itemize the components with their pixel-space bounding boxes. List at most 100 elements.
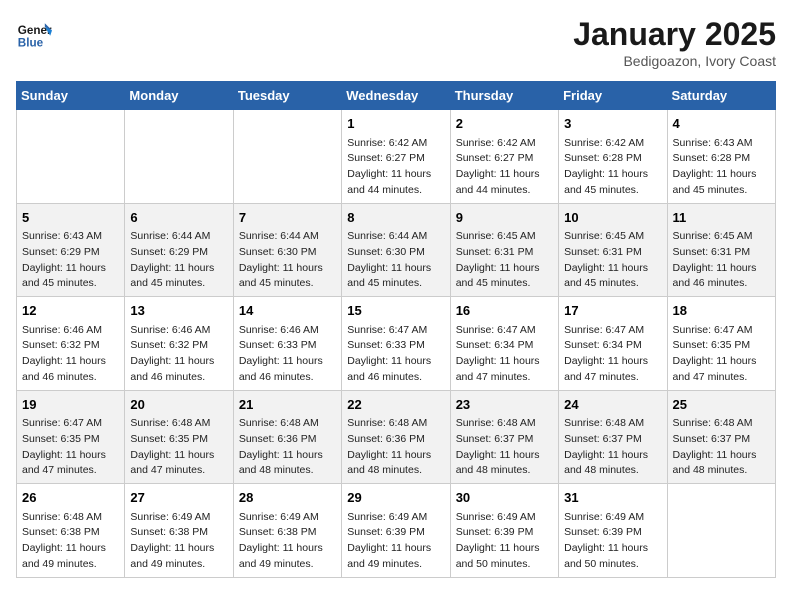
svg-text:Blue: Blue [18, 37, 44, 50]
calendar-cell: 16Sunrise: 6:47 AM Sunset: 6:34 PM Dayli… [450, 297, 558, 391]
day-number: 23 [456, 395, 553, 415]
calendar-cell: 30Sunrise: 6:49 AM Sunset: 6:39 PM Dayli… [450, 484, 558, 578]
day-info: Sunrise: 6:48 AM Sunset: 6:37 PM Dayligh… [673, 416, 770, 479]
calendar-cell: 14Sunrise: 6:46 AM Sunset: 6:33 PM Dayli… [233, 297, 341, 391]
day-number: 29 [347, 488, 444, 508]
logo: General Blue [16, 16, 52, 52]
calendar-cell: 3Sunrise: 6:42 AM Sunset: 6:28 PM Daylig… [559, 110, 667, 204]
calendar-cell: 13Sunrise: 6:46 AM Sunset: 6:32 PM Dayli… [125, 297, 233, 391]
day-info: Sunrise: 6:47 AM Sunset: 6:34 PM Dayligh… [456, 323, 553, 386]
day-info: Sunrise: 6:46 AM Sunset: 6:33 PM Dayligh… [239, 323, 336, 386]
calendar-cell: 8Sunrise: 6:44 AM Sunset: 6:30 PM Daylig… [342, 203, 450, 297]
header-day-tuesday: Tuesday [233, 82, 341, 110]
calendar-cell [667, 484, 775, 578]
day-info: Sunrise: 6:48 AM Sunset: 6:36 PM Dayligh… [239, 416, 336, 479]
calendar-cell: 17Sunrise: 6:47 AM Sunset: 6:34 PM Dayli… [559, 297, 667, 391]
day-number: 31 [564, 488, 661, 508]
day-number: 25 [673, 395, 770, 415]
calendar-cell: 25Sunrise: 6:48 AM Sunset: 6:37 PM Dayli… [667, 390, 775, 484]
day-number: 1 [347, 114, 444, 134]
day-info: Sunrise: 6:45 AM Sunset: 6:31 PM Dayligh… [673, 229, 770, 292]
week-row-2: 5Sunrise: 6:43 AM Sunset: 6:29 PM Daylig… [17, 203, 776, 297]
day-number: 13 [130, 301, 227, 321]
calendar-table: SundayMondayTuesdayWednesdayThursdayFrid… [16, 81, 776, 578]
day-info: Sunrise: 6:42 AM Sunset: 6:28 PM Dayligh… [564, 136, 661, 199]
day-number: 3 [564, 114, 661, 134]
header-day-monday: Monday [125, 82, 233, 110]
header-day-friday: Friday [559, 82, 667, 110]
day-info: Sunrise: 6:45 AM Sunset: 6:31 PM Dayligh… [456, 229, 553, 292]
calendar-cell: 29Sunrise: 6:49 AM Sunset: 6:39 PM Dayli… [342, 484, 450, 578]
day-info: Sunrise: 6:43 AM Sunset: 6:28 PM Dayligh… [673, 136, 770, 199]
day-number: 20 [130, 395, 227, 415]
calendar-cell: 31Sunrise: 6:49 AM Sunset: 6:39 PM Dayli… [559, 484, 667, 578]
header-day-sunday: Sunday [17, 82, 125, 110]
day-info: Sunrise: 6:47 AM Sunset: 6:35 PM Dayligh… [22, 416, 119, 479]
calendar-cell [17, 110, 125, 204]
header-day-thursday: Thursday [450, 82, 558, 110]
calendar-cell [233, 110, 341, 204]
calendar-cell: 1Sunrise: 6:42 AM Sunset: 6:27 PM Daylig… [342, 110, 450, 204]
day-info: Sunrise: 6:45 AM Sunset: 6:31 PM Dayligh… [564, 229, 661, 292]
day-info: Sunrise: 6:48 AM Sunset: 6:35 PM Dayligh… [130, 416, 227, 479]
day-number: 21 [239, 395, 336, 415]
day-number: 22 [347, 395, 444, 415]
day-info: Sunrise: 6:46 AM Sunset: 6:32 PM Dayligh… [22, 323, 119, 386]
header-row: SundayMondayTuesdayWednesdayThursdayFrid… [17, 82, 776, 110]
day-number: 16 [456, 301, 553, 321]
day-number: 11 [673, 208, 770, 228]
day-info: Sunrise: 6:46 AM Sunset: 6:32 PM Dayligh… [130, 323, 227, 386]
day-info: Sunrise: 6:47 AM Sunset: 6:33 PM Dayligh… [347, 323, 444, 386]
calendar-cell: 24Sunrise: 6:48 AM Sunset: 6:37 PM Dayli… [559, 390, 667, 484]
calendar-cell: 12Sunrise: 6:46 AM Sunset: 6:32 PM Dayli… [17, 297, 125, 391]
day-info: Sunrise: 6:49 AM Sunset: 6:39 PM Dayligh… [564, 510, 661, 573]
day-info: Sunrise: 6:43 AM Sunset: 6:29 PM Dayligh… [22, 229, 119, 292]
day-number: 15 [347, 301, 444, 321]
day-number: 9 [456, 208, 553, 228]
day-info: Sunrise: 6:44 AM Sunset: 6:30 PM Dayligh… [347, 229, 444, 292]
calendar-cell: 23Sunrise: 6:48 AM Sunset: 6:37 PM Dayli… [450, 390, 558, 484]
week-row-4: 19Sunrise: 6:47 AM Sunset: 6:35 PM Dayli… [17, 390, 776, 484]
day-info: Sunrise: 6:49 AM Sunset: 6:38 PM Dayligh… [239, 510, 336, 573]
day-info: Sunrise: 6:48 AM Sunset: 6:37 PM Dayligh… [564, 416, 661, 479]
calendar-cell: 21Sunrise: 6:48 AM Sunset: 6:36 PM Dayli… [233, 390, 341, 484]
calendar-cell: 2Sunrise: 6:42 AM Sunset: 6:27 PM Daylig… [450, 110, 558, 204]
day-info: Sunrise: 6:42 AM Sunset: 6:27 PM Dayligh… [347, 136, 444, 199]
calendar-cell: 7Sunrise: 6:44 AM Sunset: 6:30 PM Daylig… [233, 203, 341, 297]
day-number: 24 [564, 395, 661, 415]
day-info: Sunrise: 6:49 AM Sunset: 6:39 PM Dayligh… [347, 510, 444, 573]
day-info: Sunrise: 6:48 AM Sunset: 6:36 PM Dayligh… [347, 416, 444, 479]
calendar-cell: 4Sunrise: 6:43 AM Sunset: 6:28 PM Daylig… [667, 110, 775, 204]
day-number: 4 [673, 114, 770, 134]
day-number: 10 [564, 208, 661, 228]
calendar-cell: 18Sunrise: 6:47 AM Sunset: 6:35 PM Dayli… [667, 297, 775, 391]
week-row-1: 1Sunrise: 6:42 AM Sunset: 6:27 PM Daylig… [17, 110, 776, 204]
day-number: 14 [239, 301, 336, 321]
calendar-cell: 19Sunrise: 6:47 AM Sunset: 6:35 PM Dayli… [17, 390, 125, 484]
day-info: Sunrise: 6:44 AM Sunset: 6:30 PM Dayligh… [239, 229, 336, 292]
day-number: 30 [456, 488, 553, 508]
calendar-cell: 11Sunrise: 6:45 AM Sunset: 6:31 PM Dayli… [667, 203, 775, 297]
day-info: Sunrise: 6:48 AM Sunset: 6:37 PM Dayligh… [456, 416, 553, 479]
day-number: 26 [22, 488, 119, 508]
calendar-title: January 2025 [573, 16, 776, 53]
day-info: Sunrise: 6:42 AM Sunset: 6:27 PM Dayligh… [456, 136, 553, 199]
day-number: 12 [22, 301, 119, 321]
week-row-3: 12Sunrise: 6:46 AM Sunset: 6:32 PM Dayli… [17, 297, 776, 391]
calendar-cell: 26Sunrise: 6:48 AM Sunset: 6:38 PM Dayli… [17, 484, 125, 578]
day-number: 5 [22, 208, 119, 228]
calendar-subtitle: Bedigoazon, Ivory Coast [573, 53, 776, 69]
calendar-cell: 22Sunrise: 6:48 AM Sunset: 6:36 PM Dayli… [342, 390, 450, 484]
header-day-saturday: Saturday [667, 82, 775, 110]
day-number: 27 [130, 488, 227, 508]
title-section: January 2025 Bedigoazon, Ivory Coast [573, 16, 776, 69]
calendar-body: 1Sunrise: 6:42 AM Sunset: 6:27 PM Daylig… [17, 110, 776, 578]
calendar-cell: 9Sunrise: 6:45 AM Sunset: 6:31 PM Daylig… [450, 203, 558, 297]
day-number: 6 [130, 208, 227, 228]
day-number: 7 [239, 208, 336, 228]
calendar-cell: 10Sunrise: 6:45 AM Sunset: 6:31 PM Dayli… [559, 203, 667, 297]
calendar-header: SundayMondayTuesdayWednesdayThursdayFrid… [17, 82, 776, 110]
calendar-cell: 28Sunrise: 6:49 AM Sunset: 6:38 PM Dayli… [233, 484, 341, 578]
calendar-cell: 15Sunrise: 6:47 AM Sunset: 6:33 PM Dayli… [342, 297, 450, 391]
page-header: General Blue January 2025 Bedigoazon, Iv… [16, 16, 776, 69]
